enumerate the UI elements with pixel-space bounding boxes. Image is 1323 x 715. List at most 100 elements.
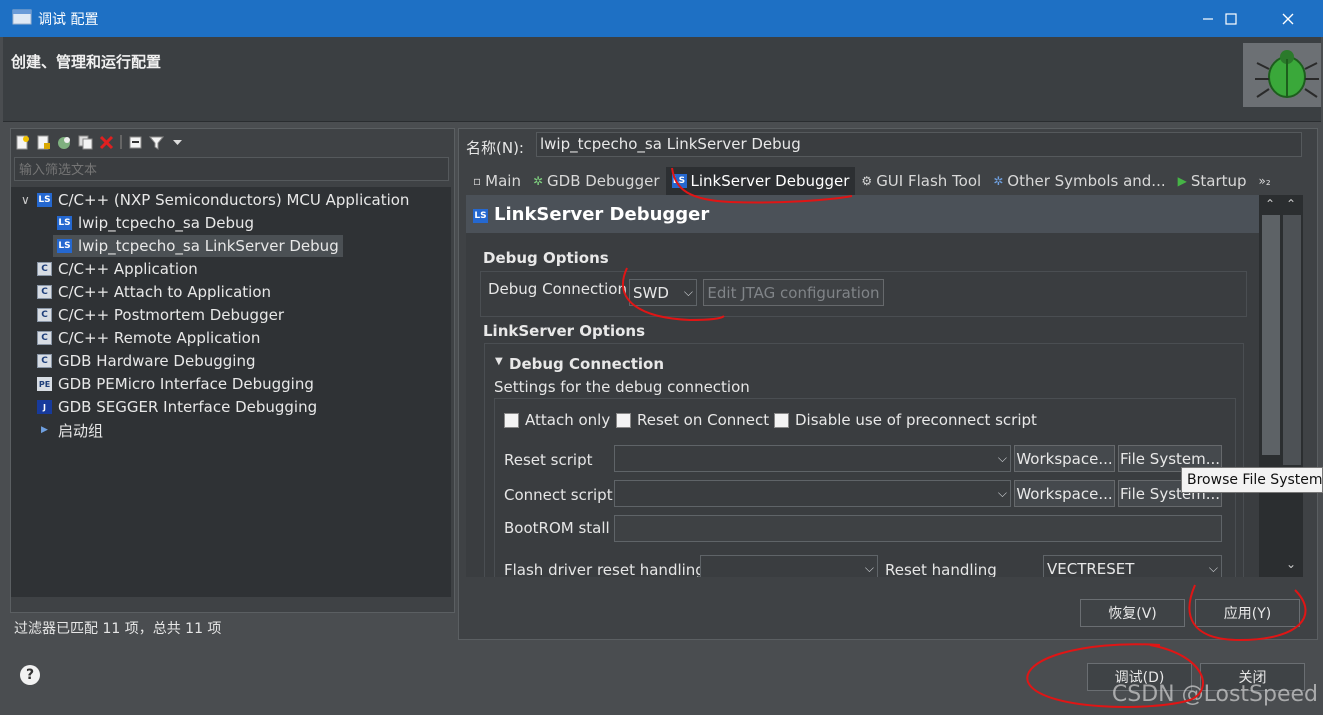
- tree-item-lwip-debug[interactable]: LS lwip_tcpecho_sa Debug: [57, 212, 254, 234]
- tree-item-launch-group[interactable]: ▶ 启动组: [37, 419, 103, 441]
- close-icon: [1282, 13, 1294, 24]
- bootrom-stall-label: BootROM stall: [504, 519, 610, 537]
- window-app-icon: [12, 9, 32, 25]
- view-menu-chevron-down-icon[interactable]: [170, 135, 185, 150]
- tree-item-c-remote[interactable]: C C/C++ Remote Application: [37, 327, 260, 349]
- bootrom-stall-input[interactable]: [614, 515, 1222, 542]
- export-configuration-icon[interactable]: [57, 135, 72, 150]
- checkbox-box: [616, 412, 631, 428]
- disable-preconnect-checkbox[interactable]: Disable use of preconnect script: [774, 411, 1037, 429]
- debug-connection-section-heading[interactable]: Debug Connection: [509, 355, 664, 373]
- debug-connection-label: Debug Connection: [488, 280, 627, 298]
- tab-bar: ▫ Main ✲ GDB Debugger LS LinkServer Debugge…: [467, 167, 1317, 195]
- ls-icon: LS: [37, 193, 52, 207]
- close-window-button[interactable]: [1265, 0, 1311, 37]
- name-label: 名称(N):: [466, 139, 524, 157]
- ls-icon: LS: [671, 174, 687, 188]
- toolbar-separator: [120, 135, 122, 149]
- debug-options-heading: Debug Options: [483, 249, 609, 267]
- tree-item-c-postmortem[interactable]: C C/C++ Postmortem Debugger: [37, 304, 284, 326]
- browse-file-system-tooltip: Browse File System: [1181, 467, 1323, 493]
- scroll-down-icon[interactable]: ⌄: [1286, 557, 1296, 571]
- window-title: 调试 配置: [38, 12, 99, 28]
- bug-icon: ✲: [532, 174, 544, 188]
- tab-overflow-button[interactable]: »₂: [1253, 167, 1277, 195]
- reset-script-label: Reset script: [504, 451, 593, 469]
- linkserver-options-heading: LinkServer Options: [483, 322, 646, 340]
- main-tab-icon: ▫: [473, 174, 482, 188]
- chevron-down-icon: ⌵: [997, 486, 1007, 500]
- connect-script-label: Connect script: [504, 486, 613, 504]
- revert-button[interactable]: 恢复(V): [1080, 599, 1185, 627]
- jlink-icon: J: [37, 400, 52, 414]
- maximize-button[interactable]: [1208, 0, 1254, 37]
- debug-connection-description: Settings for the debug connection: [494, 378, 750, 396]
- c-icon: C: [37, 308, 52, 322]
- filter-icon[interactable]: [149, 135, 164, 150]
- duplicate-configuration-icon[interactable]: [78, 135, 93, 150]
- filter-input[interactable]: [14, 157, 449, 181]
- debug-connection-select[interactable]: SWD ⌵: [629, 279, 697, 306]
- help-icon[interactable]: ?: [20, 665, 40, 685]
- collapse-all-icon[interactable]: [128, 135, 143, 150]
- play-icon: ▶: [1177, 174, 1187, 188]
- chevron-down-icon: ⌵: [864, 561, 874, 575]
- maximize-icon: [1225, 12, 1237, 25]
- c-icon: C: [37, 285, 52, 299]
- reset-script-select[interactable]: ⌵: [614, 445, 1011, 472]
- configuration-toolbar: [15, 132, 185, 152]
- flash-driver-reset-label: Flash driver reset handling: [504, 561, 705, 577]
- reset-script-workspace-button[interactable]: Workspace...: [1014, 445, 1115, 472]
- chevron-down-icon: ⌵: [997, 451, 1007, 465]
- tab-other-symbols[interactable]: ✲ Other Symbols and...: [987, 167, 1171, 195]
- tab-content-header: LS LinkServer Debugger: [466, 195, 1260, 233]
- c-icon: C: [37, 354, 52, 368]
- configuration-tree: ∨ LS C/C++ (NXP Semiconductors) MCU Appl…: [11, 187, 451, 597]
- ls-icon: LS: [57, 216, 72, 230]
- symbols-icon: ✲: [993, 174, 1004, 188]
- tab-main[interactable]: ▫ Main: [467, 167, 527, 195]
- chevron-down-icon: ⌵: [683, 285, 693, 299]
- chevron-down-icon: ⌵: [1208, 561, 1218, 575]
- edit-jtag-button[interactable]: Edit JTAG configuration: [703, 279, 884, 306]
- connect-script-select[interactable]: ⌵: [614, 480, 1011, 507]
- debug-bug-icon: [1243, 43, 1321, 107]
- tree-item-c-attach[interactable]: C C/C++ Attach to Application: [37, 281, 271, 303]
- tab-gui-flash-tool[interactable]: ⚙ GUI Flash Tool: [855, 167, 987, 195]
- connect-script-workspace-button[interactable]: Workspace...: [1014, 480, 1115, 507]
- tree-item-gdb-pemicro[interactable]: PE GDB PEMicro Interface Debugging: [37, 373, 314, 395]
- watermark: CSDN @LostSpeed: [1111, 682, 1318, 707]
- tree-item-lwip-linkserver-debug[interactable]: LS lwip_tcpecho_sa LinkServer Debug: [53, 235, 343, 257]
- gear-icon: ⚙: [861, 174, 873, 188]
- ls-icon: LS: [473, 209, 488, 223]
- configuration-editor-panel: 名称(N): lwip_tcpecho_sa LinkServer Debug …: [458, 128, 1318, 640]
- new-configuration-icon[interactable]: [15, 135, 30, 150]
- ls-icon: LS: [57, 239, 72, 253]
- collapse-triangle-icon[interactable]: ▼: [495, 356, 503, 367]
- scroll-up-icon[interactable]: ⌃: [1286, 197, 1296, 211]
- tab-gdb-debugger[interactable]: ✲ GDB Debugger: [527, 167, 666, 195]
- apply-button[interactable]: 应用(Y): [1195, 599, 1300, 627]
- scrollbar-track[interactable]: [1283, 215, 1301, 465]
- flash-driver-reset-select[interactable]: ⌵: [700, 555, 878, 577]
- reset-on-connect-checkbox[interactable]: Reset on Connect: [616, 411, 769, 429]
- new-prototype-icon[interactable]: [36, 135, 51, 150]
- reset-handling-label: Reset handling: [885, 561, 997, 577]
- expand-chevron-icon[interactable]: ∨: [21, 193, 30, 207]
- dialog-header-title: 创建、管理和运行配置: [11, 53, 162, 71]
- tree-item-gdb-segger[interactable]: J GDB SEGGER Interface Debugging: [37, 396, 317, 418]
- linkserver-debugger-tab-content: LS LinkServer Debugger Debug Options Deb…: [466, 195, 1260, 577]
- tab-startup[interactable]: ▶ Startup: [1172, 167, 1253, 195]
- tab-linkserver-debugger[interactable]: LS LinkServer Debugger: [665, 167, 856, 195]
- delete-configuration-icon[interactable]: [99, 135, 114, 150]
- vertical-scrollbar[interactable]: ⌃ ⌃ ⌄: [1259, 195, 1303, 577]
- tree-item-mcu-application[interactable]: LS C/C++ (NXP Semiconductors) MCU Applic…: [37, 189, 409, 211]
- scroll-up-icon[interactable]: ⌃: [1265, 197, 1275, 211]
- reset-handling-select[interactable]: VECTRESET ⌵: [1043, 555, 1222, 577]
- scrollbar-thumb[interactable]: [1262, 215, 1280, 455]
- tree-item-c-application[interactable]: C C/C++ Application: [37, 258, 198, 280]
- c-icon: C: [37, 331, 52, 345]
- tree-item-gdb-hardware[interactable]: C GDB Hardware Debugging: [37, 350, 255, 372]
- name-input[interactable]: lwip_tcpecho_sa LinkServer Debug: [536, 132, 1302, 157]
- attach-only-checkbox[interactable]: Attach only: [504, 411, 610, 429]
